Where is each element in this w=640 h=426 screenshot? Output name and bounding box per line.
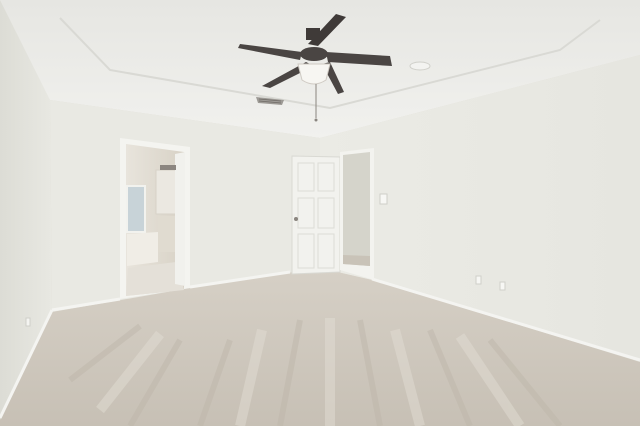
closet-doorway xyxy=(340,148,374,280)
wall-outlet xyxy=(499,281,506,291)
light-switch xyxy=(379,193,388,205)
wall-outlet xyxy=(25,317,31,327)
wall-outlet xyxy=(475,275,482,285)
bathroom-doorway xyxy=(120,138,190,299)
open-door xyxy=(291,155,341,275)
room-photo xyxy=(0,0,640,426)
smoke-detector xyxy=(409,61,431,71)
